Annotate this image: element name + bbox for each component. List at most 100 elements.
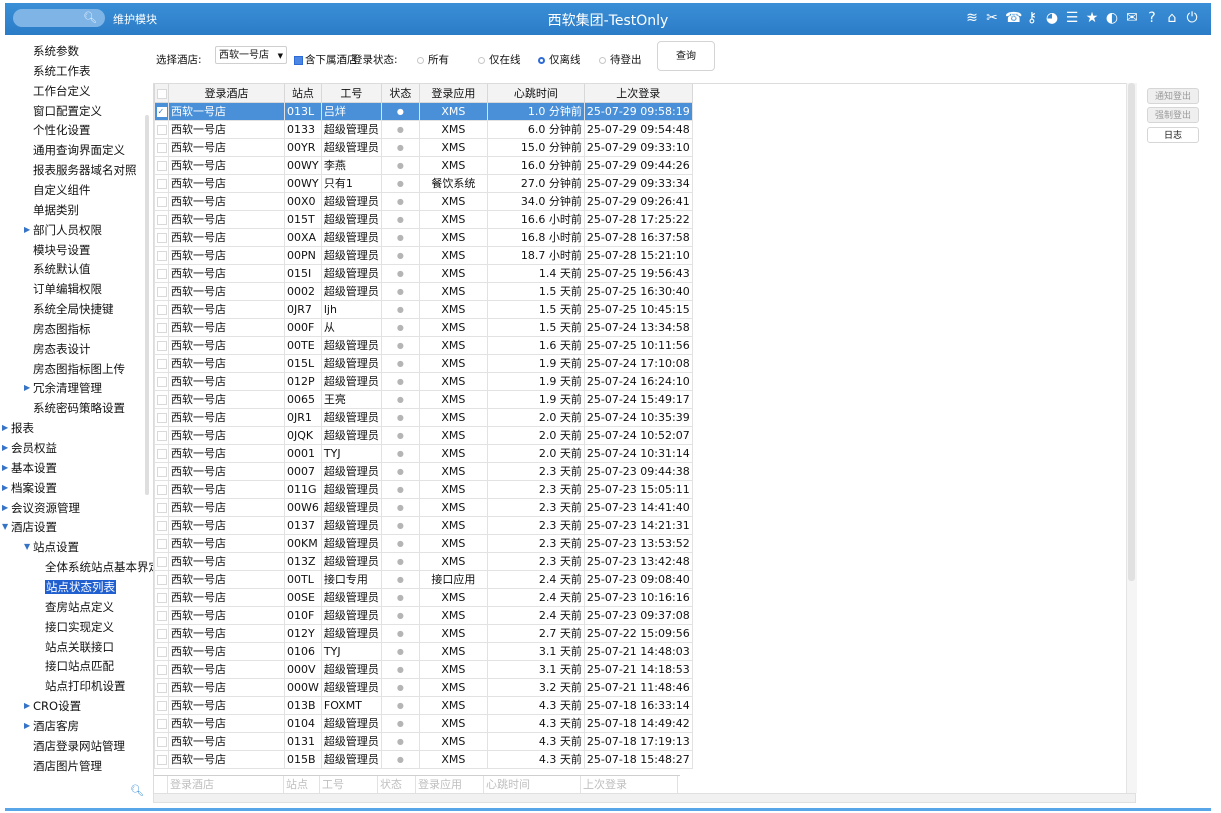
sidebar-scrollbar[interactable] xyxy=(145,115,149,495)
table-row[interactable]: 西软一号店 013B FOXMT ● XMS 4.3 天前 25-07-18 16:33:1… xyxy=(154,696,693,715)
sidebar-item[interactable]: ▶ 会员权益 xyxy=(2,438,57,458)
help-icon[interactable]: ? xyxy=(1145,10,1159,26)
table-row[interactable]: 西软一号店 000F 从 ● XMS 1.5 天前 25-07-24 13:34:58 xyxy=(154,318,693,337)
row-checkbox[interactable] xyxy=(154,408,169,427)
row-checkbox[interactable] xyxy=(154,696,169,715)
table-row[interactable]: 西软一号店 00X0 超级管理员 ● XMS 34.0 分钟前 25-07-29 09:26… xyxy=(154,192,693,211)
column-filter-input[interactable]: 上次登录 xyxy=(581,776,678,793)
sidebar-item[interactable]: ▶ 报表 xyxy=(2,418,34,438)
caret-right-icon[interactable]: ▶ xyxy=(2,498,8,518)
row-checkbox[interactable] xyxy=(154,480,169,499)
table-row[interactable]: 西软一号店 00WY 李燕 ● XMS 16.0 分钟前 25-07-29 09:44:26 xyxy=(154,156,693,175)
table-row[interactable]: 西软一号店 00XA 超级管理员 ● XMS 16.8 小时前 25-07-28 16:37… xyxy=(154,228,693,247)
column-header[interactable]: 工号 xyxy=(320,84,382,103)
caret-right-icon[interactable]: ▶ xyxy=(24,378,30,398)
row-checkbox[interactable] xyxy=(154,336,169,355)
table-row[interactable]: 西软一号店 015L 超级管理员 ● XMS 1.9 天前 25-07-24 17:10:0… xyxy=(154,354,693,373)
notify-logout-button[interactable]: 通知登出 xyxy=(1147,88,1199,104)
row-checkbox[interactable] xyxy=(154,372,169,391)
caret-down-icon[interactable]: ▼ xyxy=(2,517,8,537)
row-checkbox[interactable] xyxy=(154,516,169,535)
sidebar-item[interactable]: 系统工作表 xyxy=(33,61,91,81)
select-all-checkbox[interactable] xyxy=(154,84,169,103)
menu-icon[interactable]: ☰ xyxy=(1065,10,1079,26)
table-row[interactable]: 西软一号店 012Y 超级管理员 ● XMS 2.7 天前 25-07-22 15:09:5… xyxy=(154,624,693,643)
table-row[interactable]: 西软一号店 011G 超级管理员 ● XMS 2.3 天前 25-07-23 15:05:1… xyxy=(154,480,693,499)
sidebar-item[interactable]: 系统密码策略设置 xyxy=(33,398,125,418)
column-filter-input[interactable]: 站点 xyxy=(284,776,320,793)
table-row[interactable]: 西软一号店 015I 超级管理员 ● XMS 1.4 天前 25-07-25 19:56:4… xyxy=(154,264,693,283)
include-subhotels-checkbox[interactable]: 含下属酒店 xyxy=(294,52,358,67)
table-row[interactable]: 西软一号店 010F 超级管理员 ● XMS 2.4 天前 25-07-23 09:37:0… xyxy=(154,606,693,625)
table-row[interactable]: 西软一号店 0JR7 ljh ● XMS 1.5 天前 25-07-25 10:45:15 xyxy=(154,300,693,319)
row-checkbox[interactable] xyxy=(154,750,169,769)
sidebar-item[interactable]: 系统默认值 xyxy=(33,259,91,279)
table-row[interactable]: 西软一号店 0JQK 超级管理员 ● XMS 2.0 天前 25-07-24 10:52:0… xyxy=(154,426,693,445)
sidebar-item[interactable]: 站点打印机设置 xyxy=(45,676,126,696)
sidebar-item[interactable]: 接口站点匹配 xyxy=(45,656,114,676)
row-checkbox[interactable] xyxy=(154,714,169,733)
table-row[interactable]: 西软一号店 0106 TYJ ● XMS 3.1 天前 25-07-21 14:48:03 xyxy=(154,642,693,661)
wifi-icon[interactable]: ≋ xyxy=(965,10,979,26)
caret-right-icon[interactable]: ▶ xyxy=(2,458,8,478)
row-checkbox[interactable] xyxy=(154,660,169,679)
table-row[interactable]: 西软一号店 0137 超级管理员 ● XMS 2.3 天前 25-07-23 14:21:3… xyxy=(154,516,693,535)
table-row[interactable]: 西软一号店 0133 超级管理员 ● XMS 6.0 分钟前 25-07-29 09:54:… xyxy=(154,120,693,139)
row-checkbox[interactable] xyxy=(154,264,169,283)
home-icon[interactable]: ⌂ xyxy=(1165,10,1179,26)
row-checkbox[interactable] xyxy=(154,732,169,751)
contrast-icon[interactable]: ◐ xyxy=(1105,10,1119,26)
row-checkbox[interactable] xyxy=(154,174,169,193)
sidebar-item[interactable]: 站点关联接口 xyxy=(45,637,114,657)
star-icon[interactable]: ★ xyxy=(1085,10,1099,26)
sidebar-item[interactable]: ▶ 基本设置 xyxy=(2,458,57,478)
row-checkbox[interactable] xyxy=(154,588,169,607)
sidebar-item[interactable]: 自定义组件 xyxy=(33,180,91,200)
sidebar-item[interactable]: 全体系统站点基本界定 xyxy=(45,557,160,577)
row-checkbox[interactable] xyxy=(154,120,169,139)
caret-right-icon[interactable]: ▶ xyxy=(24,220,30,240)
column-header[interactable]: 登录酒店 xyxy=(168,84,285,103)
row-checkbox[interactable] xyxy=(154,534,169,553)
sidebar-item[interactable]: 站点状态列表 xyxy=(45,577,116,597)
sidebar-item[interactable]: 单据类别 xyxy=(33,200,79,220)
table-row[interactable]: 西软一号店013L吕烊●XMS1.0 分钟前25-07-29 09:58:19 xyxy=(154,102,693,121)
sidebar-search-icon[interactable]: 🔍︎ xyxy=(130,784,144,797)
scrollbar-thumb[interactable] xyxy=(1128,83,1135,581)
row-checkbox[interactable] xyxy=(154,570,169,589)
column-filter-input[interactable]: 状态 xyxy=(378,776,416,793)
row-checkbox[interactable] xyxy=(154,678,169,697)
column-filter-input[interactable]: 心跳时间 xyxy=(484,776,581,793)
sidebar-item[interactable]: ▼ 酒店设置 xyxy=(2,517,57,537)
table-row[interactable]: 西软一号店 00WY 只有1 ● 餐饮系统 27.0 分钟前 25-07-29 09:33:… xyxy=(154,174,693,193)
caret-right-icon[interactable]: ▶ xyxy=(24,716,30,736)
caret-right-icon[interactable]: ▶ xyxy=(2,418,8,438)
radio-offline-only[interactable]: 仅离线 xyxy=(538,52,581,67)
sidebar-item[interactable]: ▶ 档案设置 xyxy=(2,478,57,498)
grid-vertical-scrollbar[interactable] xyxy=(1126,83,1137,793)
table-row[interactable]: 西软一号店 00SE 超级管理员 ● XMS 2.4 天前 25-07-23 10:16:1… xyxy=(154,588,693,607)
sidebar-item[interactable]: 通用查询界面定义 xyxy=(33,140,125,160)
sidebar-item[interactable]: 酒店图片管理 xyxy=(33,756,102,776)
row-checkbox[interactable] xyxy=(154,390,169,409)
column-filter-input[interactable]: 工号 xyxy=(320,776,378,793)
row-checkbox[interactable] xyxy=(154,426,169,445)
radio-all[interactable]: 所有 xyxy=(417,52,449,67)
column-header[interactable]: 站点 xyxy=(284,84,322,103)
caret-right-icon[interactable]: ▶ xyxy=(24,696,30,716)
table-row[interactable]: 西软一号店 000W 超级管理员 ● XMS 3.2 天前 25-07-21 11:48:4… xyxy=(154,678,693,697)
table-row[interactable]: 西软一号店 000V 超级管理员 ● XMS 3.1 天前 25-07-21 14:18:5… xyxy=(154,660,693,679)
table-row[interactable]: 西软一号店 00TE 超级管理员 ● XMS 1.6 天前 25-07-25 10:11:5… xyxy=(154,336,693,355)
sidebar-item[interactable]: ▶ CRO设置 xyxy=(24,696,81,716)
sidebar-item[interactable]: 房态图指标图上传 xyxy=(33,359,125,379)
row-checkbox[interactable] xyxy=(154,282,169,301)
table-row[interactable]: 西软一号店 00KM 超级管理员 ● XMS 2.3 天前 25-07-23 13:53:5… xyxy=(154,534,693,553)
tools-icon[interactable]: ✂ xyxy=(985,10,999,26)
column-header[interactable]: 心跳时间 xyxy=(486,84,585,103)
mail-icon[interactable]: ✉ xyxy=(1125,10,1139,26)
row-checkbox[interactable] xyxy=(154,102,169,121)
table-row[interactable]: 西软一号店 0007 超级管理员 ● XMS 2.3 天前 25-07-23 09:44:3… xyxy=(154,462,693,481)
sidebar-item[interactable]: ▶ 部门人员权限 xyxy=(24,220,102,240)
sidebar-item[interactable]: 窗口配置定义 xyxy=(33,101,102,121)
row-checkbox[interactable] xyxy=(154,246,169,265)
